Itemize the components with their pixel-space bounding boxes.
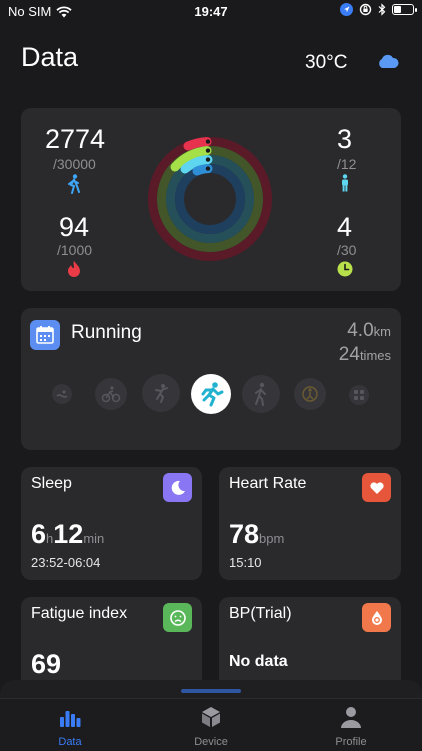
sleep-card[interactable]: Sleep 6h12min 23:52-06:04 [21,467,202,580]
bp-title: BP(Trial) [229,605,292,622]
blood-drop-icon [362,603,391,632]
cube-icon [202,707,220,727]
page-title: Data [21,42,79,72]
stand-goal: /12 [337,156,357,172]
activity-summary-card[interactable]: 2774 /30000 94 /1000 3 /12 4 /30 [21,108,401,291]
sheet-grabber[interactable] [181,689,241,693]
heart-rate-value: 78 [229,519,260,549]
temperature-label: 30°C [305,52,348,73]
tab-device-label: Device [194,736,228,748]
sport-fitness-button[interactable] [294,378,326,410]
moon-icon [163,473,192,502]
running-distance: 4.0km [347,320,391,342]
status-right [340,3,417,16]
fatigue-value: 69 [31,649,62,679]
walking-icon [68,174,80,194]
tab-profile-label: Profile [335,736,367,748]
face-icon [163,603,192,632]
heart-rate-card[interactable]: Heart Rate 78bpm 15:10 [219,467,401,580]
count-unit: times [359,348,391,363]
exercise-goal: /30 [337,242,357,258]
sport-cycling-button[interactable] [95,378,127,410]
tab-device[interactable]: Device [141,701,281,748]
sport-running-button[interactable] [191,374,231,414]
bp-value: No data [229,653,288,670]
stand-value: 3 [337,124,353,154]
sport-swim-button[interactable] [52,384,72,404]
standing-icon [342,174,348,192]
running-count: 24times [339,344,391,366]
calories-value: 94 [59,212,90,242]
heart-rate-time: 15:10 [229,555,262,570]
count-value: 24 [338,344,360,365]
sleep-title: Sleep [31,475,72,492]
clock-icon [337,261,353,277]
tab-bar: Data Device Profile [0,698,422,751]
status-bar: No SIM 19:47 [0,0,422,24]
tab-data-label: Data [58,736,82,748]
battery-icon [392,4,417,15]
sleep-hours: 6 [31,519,47,549]
sport-climbing-button[interactable] [142,374,180,412]
tab-profile[interactable]: Profile [281,701,421,748]
orientation-lock-icon [359,3,372,16]
steps-goal: /30000 [53,156,96,172]
calendar-icon [30,320,60,350]
tab-data[interactable]: Data [0,701,140,748]
bar-chart-icon [60,711,81,727]
steps-value: 2774 [45,124,106,154]
heart-rate-title: Heart Rate [229,475,307,492]
exercise-value: 4 [337,212,353,242]
distance-value: 4.0 [347,320,374,341]
sport-name: Running [71,322,142,343]
sport-walking-button[interactable] [242,375,280,413]
flame-icon [68,261,80,277]
cloud-icon [379,54,399,68]
heart-rate-unit: bpm [259,531,285,546]
sleep-minutes: 12 [53,519,84,549]
distance-unit: km [373,324,391,339]
sleep-duration: 6h12min [31,519,104,550]
person-icon [341,707,361,728]
sport-records-card[interactable]: Running 4.0km 24times [21,308,401,450]
location-icon [340,3,353,16]
bluetooth-icon [378,3,386,16]
sleep-minutes-unit: min [83,531,105,546]
activity-rings [148,137,272,261]
sport-more-button[interactable] [349,385,369,405]
heart-icon [362,473,391,502]
fatigue-title: Fatigue index [31,605,128,622]
heart-rate-reading: 78bpm [229,519,284,550]
calories-goal: /1000 [57,242,93,258]
sleep-range: 23:52-06:04 [31,555,101,570]
